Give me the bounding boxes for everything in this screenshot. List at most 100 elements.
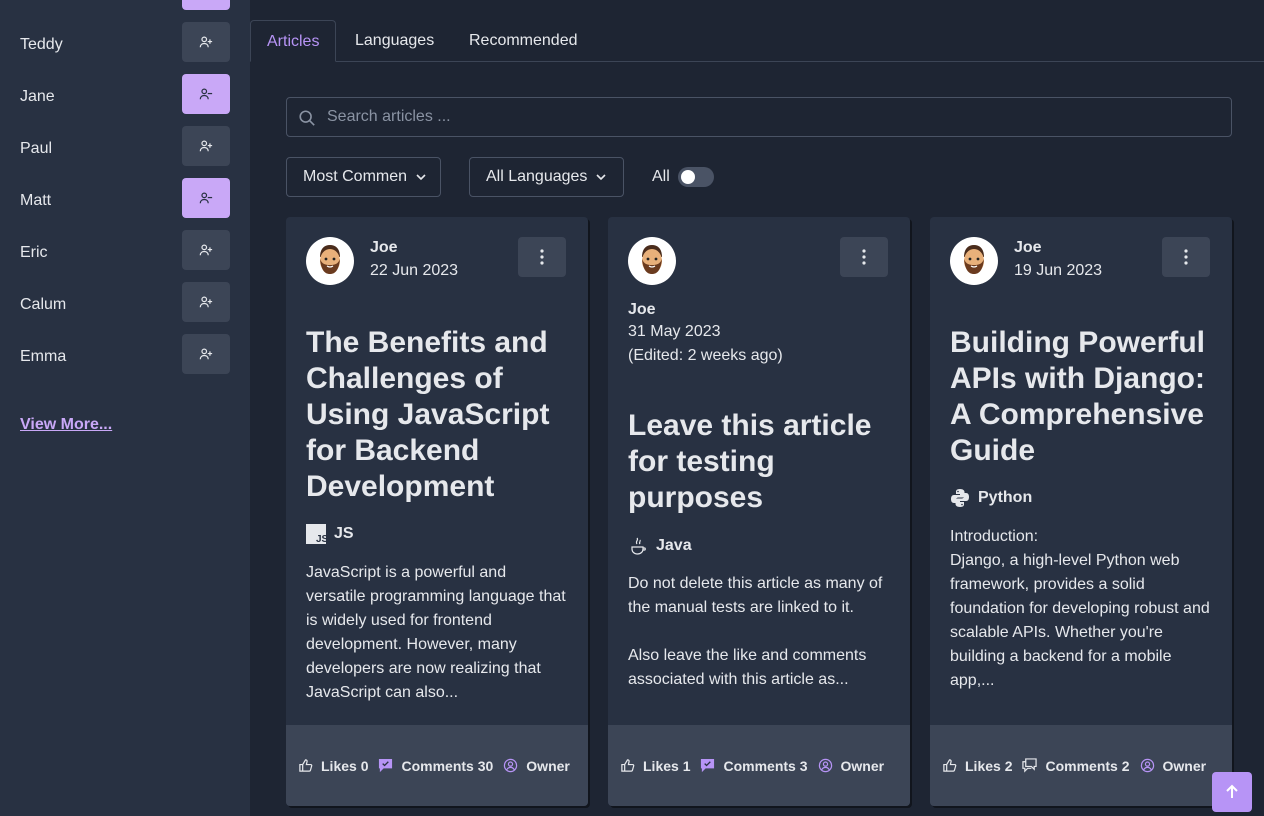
- sort-select[interactable]: Most Commen: [286, 157, 441, 197]
- tab-articles[interactable]: Articles: [250, 20, 337, 62]
- add-friend-button[interactable]: [182, 22, 230, 62]
- comments-count: Comments 3: [723, 757, 808, 774]
- article-card[interactable]: Joe 22 Jun 2023 The Benefits and Challen…: [286, 217, 588, 806]
- friend-item: Jane: [0, 74, 250, 122]
- owner-badge: Owner: [1140, 757, 1207, 774]
- avatar[interactable]: [306, 237, 354, 285]
- avatar[interactable]: [950, 237, 998, 285]
- more-options-button[interactable]: [518, 237, 566, 277]
- publish-date: 19 Jun 2023: [1014, 262, 1103, 279]
- card-footer: Likes 2 Comments 2 Owner: [930, 725, 1232, 806]
- sort-select-value: Most Commen: [303, 168, 408, 185]
- likes-button[interactable]: Likes 1: [620, 758, 690, 774]
- kebab-menu-icon: [540, 249, 544, 265]
- comments-count: Comments 30: [401, 757, 494, 774]
- friend-name: Matt: [20, 192, 52, 209]
- friend-item: Emma: [0, 334, 250, 382]
- comment-filled-icon: [379, 758, 393, 773]
- language-label: JS: [334, 525, 354, 542]
- owner-badge: Owner: [818, 757, 885, 774]
- card-footer: Likes 0 Comments 30 Owner: [286, 725, 588, 806]
- owner-badge: Owner: [503, 758, 570, 774]
- article-language: JS JS: [306, 524, 354, 544]
- comments-outline-icon: [1022, 758, 1038, 773]
- likes-count: Likes 0: [321, 757, 369, 774]
- article-title[interactable]: The Benefits and Challenges of Using Jav…: [306, 325, 568, 505]
- author-name: Joe: [1014, 239, 1042, 256]
- publish-date: 31 May 2023: [628, 323, 721, 340]
- toggle-knob: [681, 170, 695, 184]
- add-friend-button[interactable]: [182, 230, 230, 270]
- python-icon: [950, 488, 970, 508]
- arrow-up-icon: [1226, 784, 1238, 798]
- comments-button[interactable]: Comments 2: [1022, 757, 1130, 774]
- remove-friend-button[interactable]: [182, 74, 230, 114]
- language-label: Python: [978, 489, 1033, 506]
- owner-label: Owner: [526, 757, 570, 774]
- scroll-to-top-button[interactable]: [1212, 772, 1252, 812]
- chevron-down-icon: [416, 174, 426, 181]
- likes-count: Likes 2: [965, 757, 1013, 774]
- search-input[interactable]: [327, 98, 1217, 136]
- article-card[interactable]: Joe 19 Jun 2023 Building Powerful APIs w…: [930, 217, 1232, 806]
- view-more-link[interactable]: View More...: [20, 416, 112, 434]
- add-friend-button[interactable]: [182, 282, 230, 322]
- user-circle-icon: [504, 758, 518, 773]
- user-plus-icon: [199, 348, 213, 360]
- card-footer: Likes 1 Comments 3 Owner: [608, 725, 910, 806]
- more-options-button[interactable]: [1162, 237, 1210, 277]
- friend-name: Paul: [20, 140, 53, 157]
- article-language: Python: [950, 488, 1032, 508]
- avatar[interactable]: [628, 237, 676, 285]
- likes-button[interactable]: Likes 2: [942, 758, 1012, 774]
- friend-name: Teddy: [20, 36, 63, 53]
- thumbs-up-icon: [299, 759, 313, 772]
- comments-count: Comments 2: [1045, 757, 1130, 774]
- chevron-down-icon: [596, 174, 606, 181]
- tab-languages[interactable]: Languages: [339, 20, 450, 62]
- language-select-value: All Languages: [486, 168, 588, 185]
- user-minus-icon: [199, 192, 213, 204]
- comments-button[interactable]: Comments 3: [700, 757, 808, 774]
- remove-friend-button[interactable]: [182, 0, 230, 10]
- language-select[interactable]: All Languages: [469, 157, 624, 197]
- all-toggle-label: All: [652, 168, 670, 185]
- comment-filled-icon: [701, 758, 715, 773]
- memoji-avatar-icon: [642, 245, 662, 274]
- article-tabs: Articles Languages Recommended: [250, 20, 1264, 62]
- comments-button[interactable]: Comments 30: [378, 758, 493, 774]
- article-card[interactable]: Joe 31 May 2023 (Edited: 2 weeks ago) Le…: [608, 217, 910, 806]
- friends-sidebar: Teddy Jane Paul Matt Eric Calum Emma Vie…: [0, 0, 250, 816]
- article-excerpt: JavaScript is a powerful and versatile p…: [306, 564, 566, 701]
- friend-name: Emma: [20, 348, 67, 365]
- likes-button[interactable]: Likes 0: [298, 758, 368, 774]
- more-options-button[interactable]: [840, 237, 888, 277]
- article-title[interactable]: Leave this article for testing purposes: [628, 408, 890, 516]
- friend-name: Eric: [20, 244, 48, 261]
- user-circle-icon: [1140, 758, 1154, 773]
- memoji-avatar-icon: [320, 245, 340, 274]
- owner-label: Owner: [1162, 757, 1207, 774]
- remove-friend-button[interactable]: [182, 178, 230, 218]
- article-language: Java: [628, 536, 692, 556]
- article-excerpt: Do not delete this article as many of th…: [628, 575, 883, 688]
- js-icon: JS: [306, 524, 326, 544]
- friend-item: Matt: [0, 178, 250, 226]
- publish-date: 22 Jun 2023: [370, 262, 459, 279]
- edited-note: (Edited: 2 weeks ago): [628, 347, 783, 364]
- article-excerpt: Introduction: Django, a high-level Pytho…: [950, 528, 1210, 689]
- friend-name: Jane: [20, 88, 55, 105]
- article-title[interactable]: Building Powerful APIs with Django: A Co…: [950, 325, 1212, 469]
- kebab-menu-icon: [1184, 249, 1188, 265]
- add-friend-button[interactable]: [182, 126, 230, 166]
- all-toggle[interactable]: [678, 167, 714, 187]
- likes-count: Likes 1: [643, 757, 691, 774]
- thumbs-up-icon: [621, 759, 635, 772]
- tab-recommended[interactable]: Recommended: [453, 20, 594, 62]
- friend-item: Calum: [0, 282, 250, 330]
- friend-item: Eric: [0, 230, 250, 278]
- memoji-avatar-icon: [964, 245, 984, 274]
- add-friend-button[interactable]: [182, 334, 230, 374]
- owner-label: Owner: [840, 757, 885, 774]
- user-plus-icon: [199, 140, 213, 152]
